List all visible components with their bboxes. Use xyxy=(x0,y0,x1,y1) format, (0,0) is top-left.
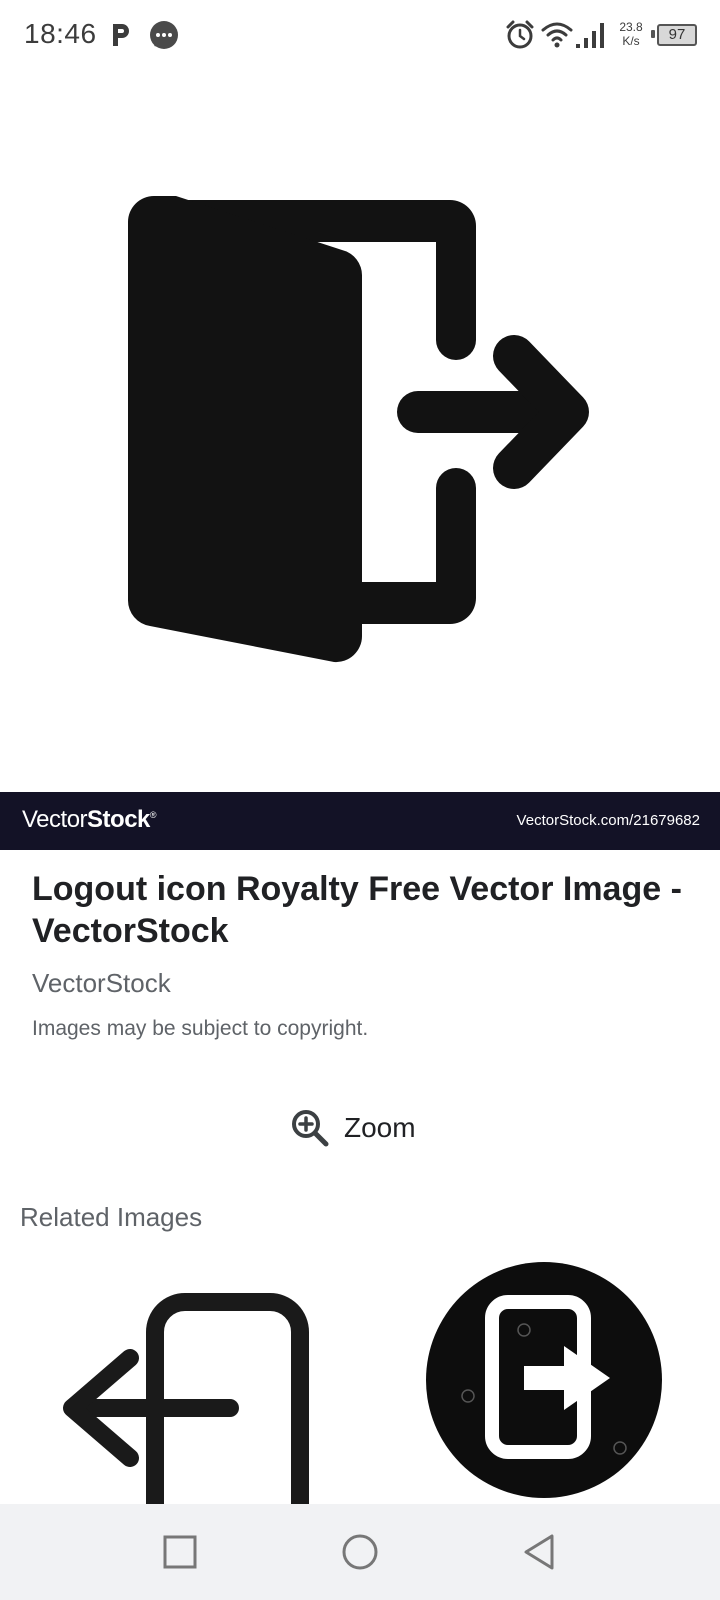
vectorstock-logo: VectorStock® xyxy=(22,806,157,834)
hero-image[interactable] xyxy=(0,72,720,792)
image-info: Logout icon Royalty Free Vector Image - … xyxy=(32,868,692,1041)
logout-arrow-left-icon xyxy=(63,1293,309,1504)
wifi-icon xyxy=(541,22,573,48)
status-time: 18:46 xyxy=(24,18,97,49)
signal-icon xyxy=(576,23,604,48)
vectorstock-watermark-bar: VectorStock® VectorStock.com/21679682 xyxy=(0,792,720,850)
zoom-in-icon xyxy=(292,1110,329,1147)
logo-part-light: Vector xyxy=(22,806,88,833)
zoom-button[interactable]: Zoom xyxy=(290,1106,416,1150)
image-title[interactable]: Logout icon Royalty Free Vector Image - … xyxy=(32,868,692,952)
battery-level: 97 xyxy=(657,24,697,46)
system-navigation-bar xyxy=(0,1504,720,1600)
network-speed-value: 23.8 xyxy=(619,20,643,34)
message-bubble-icon xyxy=(150,21,178,49)
recents-square-icon[interactable] xyxy=(158,1530,202,1574)
network-speed-unit: K/s xyxy=(622,34,640,48)
logout-circle-icon xyxy=(426,1262,662,1498)
logo-registered-mark: ® xyxy=(149,810,157,820)
parking-icon xyxy=(113,24,129,46)
copyright-notice: Images may be subject to copyright. xyxy=(32,1017,369,1040)
status-bar: 18:46 23.8 K/s 97 xyxy=(0,0,720,72)
battery-icon: 97 xyxy=(651,24,697,46)
related-image-2[interactable] xyxy=(388,1258,720,1504)
related-images-heading: Related Images xyxy=(20,1202,203,1232)
vectorstock-url: VectorStock.com/21679682 xyxy=(516,812,700,829)
back-triangle-icon[interactable] xyxy=(518,1530,562,1574)
network-speed: 23.8 K/s xyxy=(614,20,648,48)
zoom-label: Zoom xyxy=(344,1112,416,1143)
image-source[interactable]: VectorStock xyxy=(32,968,692,999)
related-image-1[interactable] xyxy=(0,1258,380,1504)
logout-door-arrow-icon xyxy=(127,196,589,663)
home-circle-icon[interactable] xyxy=(338,1530,382,1574)
alarm-icon xyxy=(506,20,534,49)
logo-part-bold: Stock xyxy=(87,806,150,833)
